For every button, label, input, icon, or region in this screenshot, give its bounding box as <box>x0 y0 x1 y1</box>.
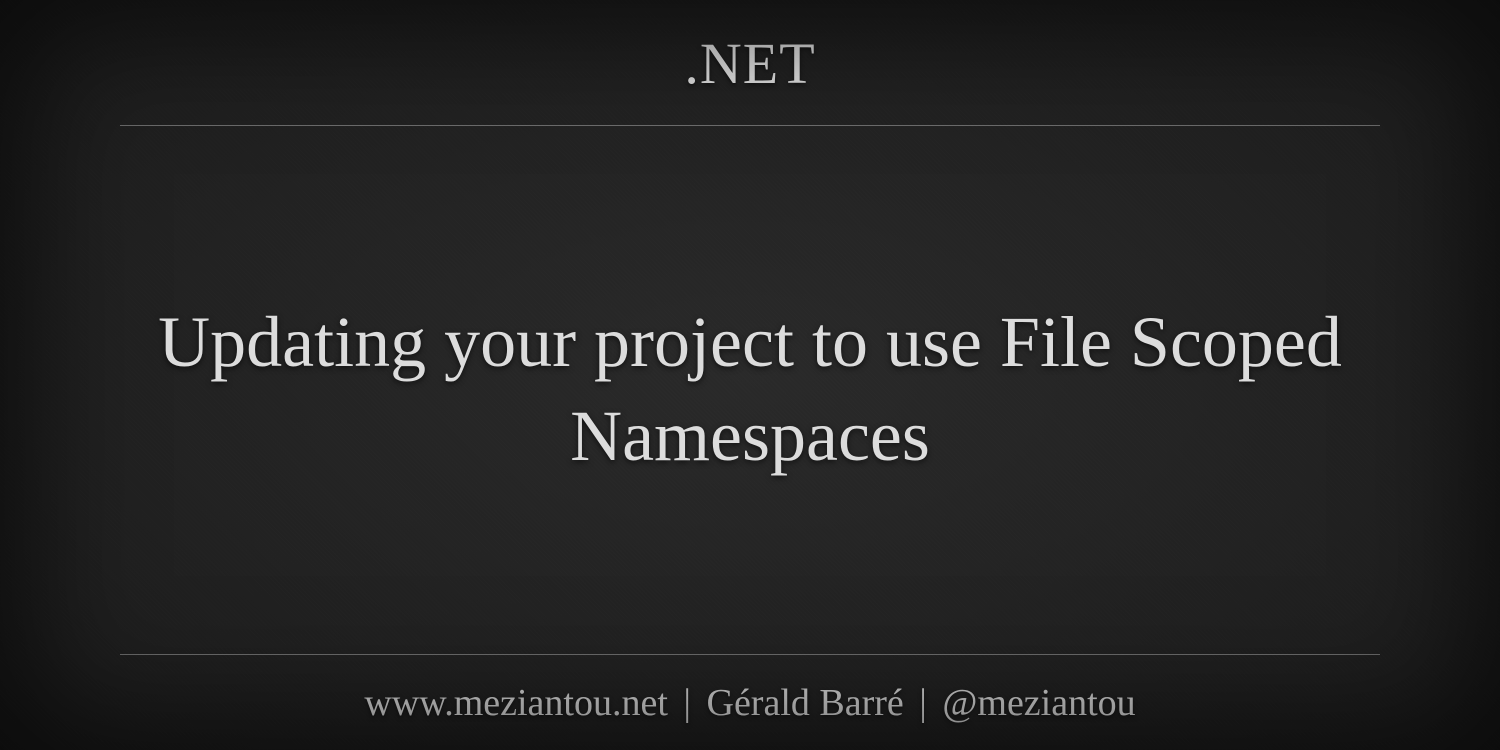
header-section: .NET <box>120 30 1380 126</box>
separator: | <box>683 682 691 724</box>
author-name: Gérald Barré <box>707 682 904 724</box>
social-handle: @meziantou <box>942 682 1135 724</box>
separator: | <box>919 682 927 724</box>
main-section: Updating your project to use File Scoped… <box>120 126 1380 654</box>
website-text: www.meziantou.net <box>364 682 668 724</box>
footer-section: www.meziantou.net | Gérald Barré | @mezi… <box>120 654 1380 725</box>
page-title: Updating your project to use File Scoped… <box>120 296 1380 483</box>
category-label: .NET <box>120 30 1380 97</box>
byline: www.meziantou.net | Gérald Barré | @mezi… <box>120 681 1380 725</box>
